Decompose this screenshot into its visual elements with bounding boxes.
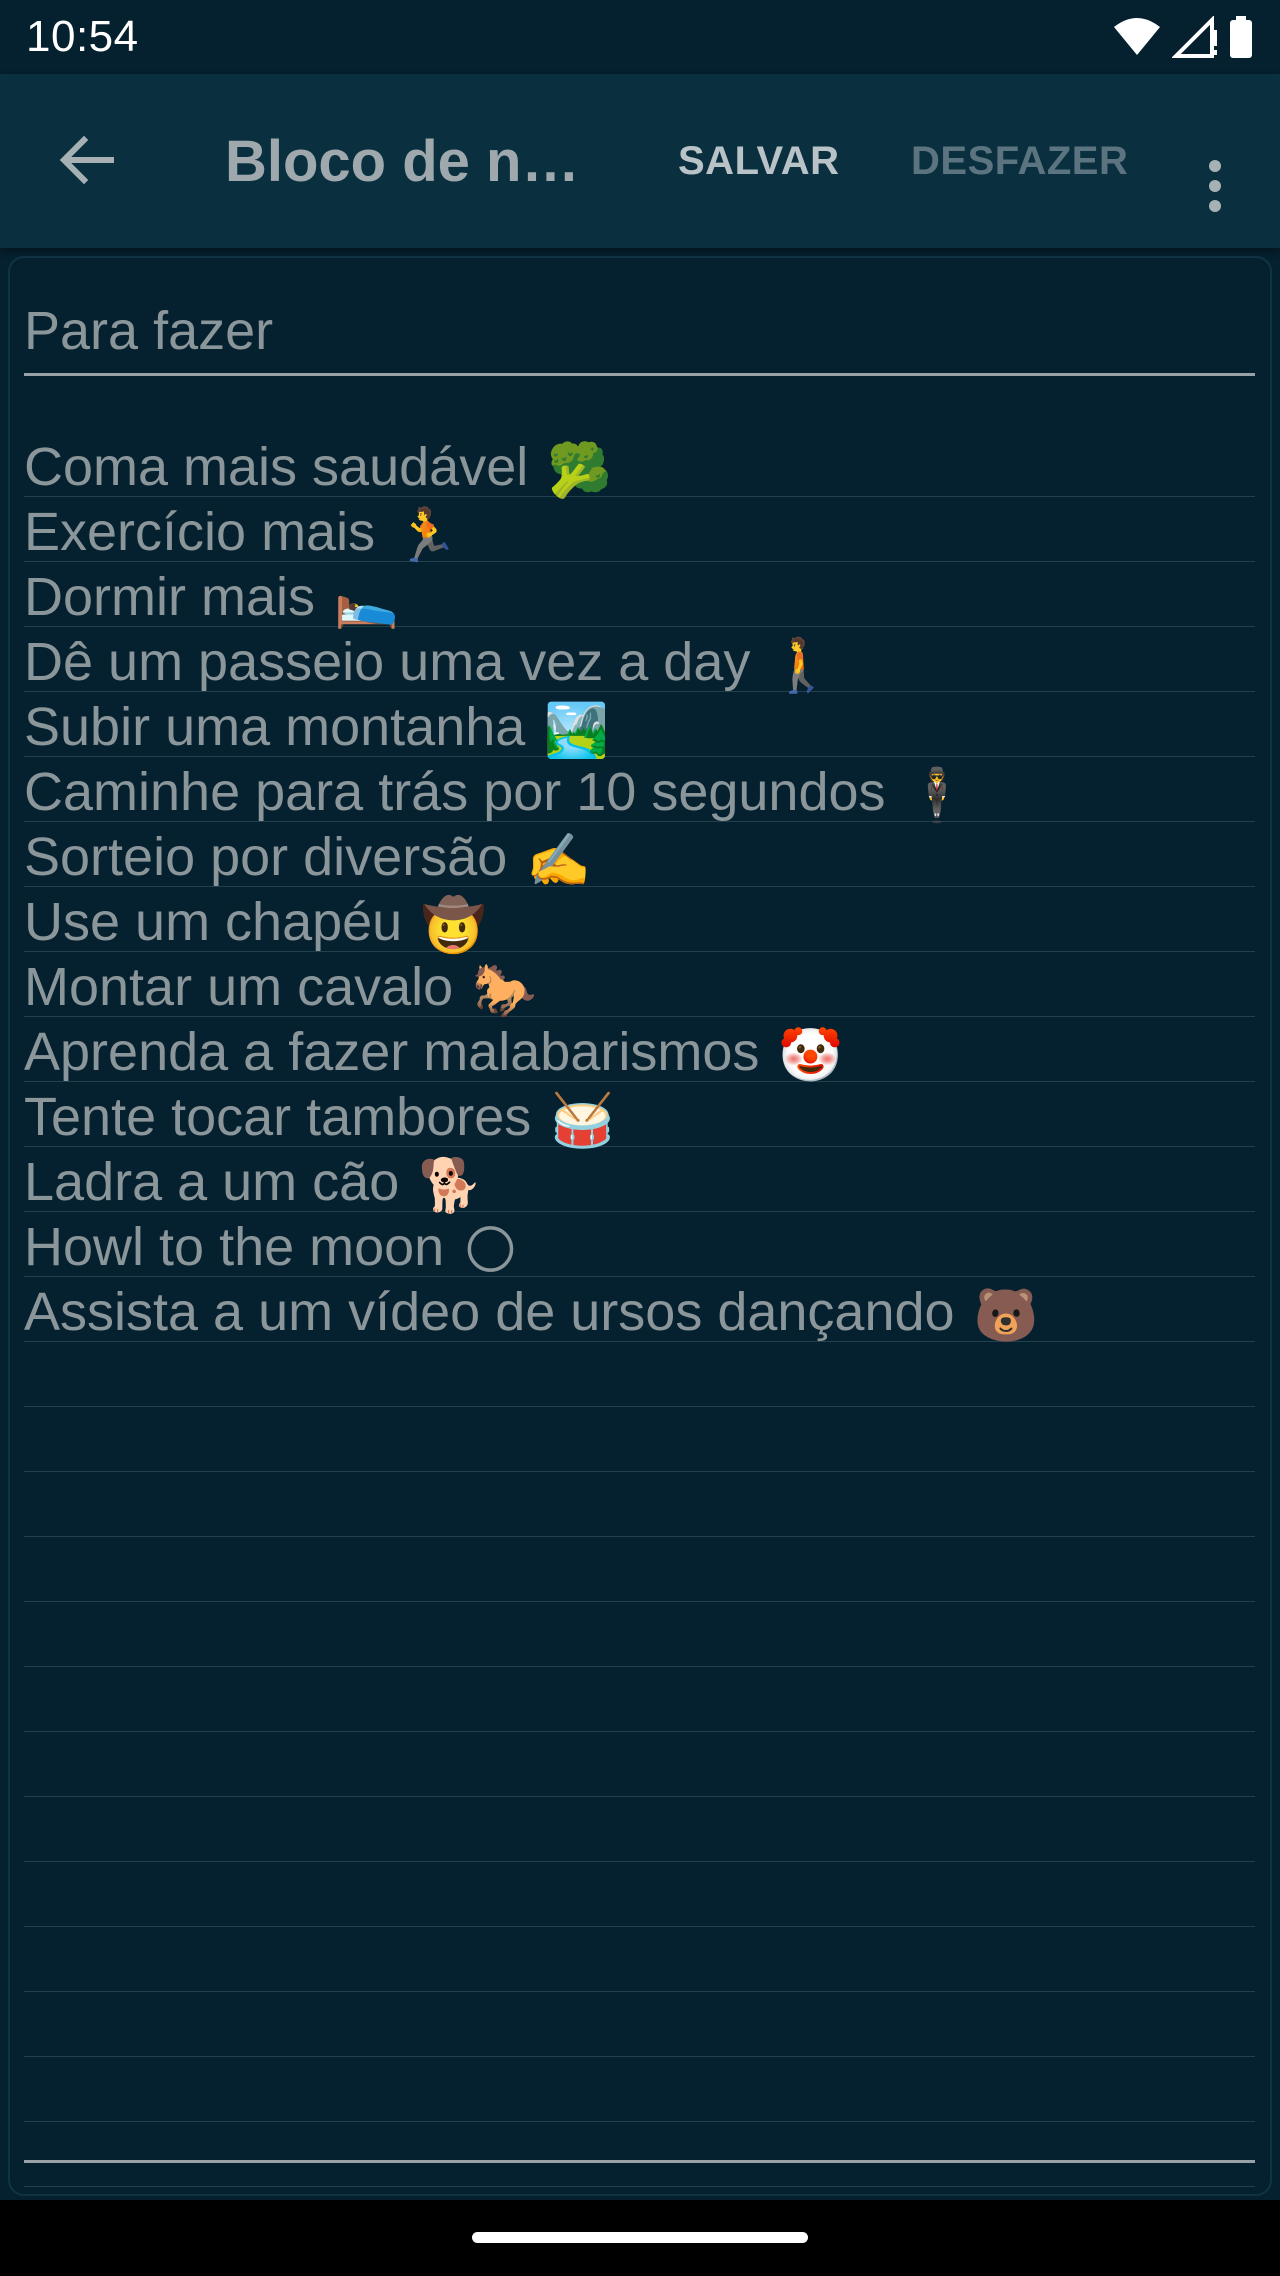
wifi-icon [1112, 17, 1162, 57]
status-icons [1112, 14, 1254, 60]
note-line[interactable]: Subir uma montanha 🏞️ [24, 692, 1255, 760]
note-line-empty[interactable] [24, 2057, 1255, 2122]
note-line-emoji: 🐻 [973, 1286, 1039, 1345]
undo-button[interactable]: DESFAZER [911, 136, 1128, 186]
note-line-emoji: 🥦 [547, 441, 612, 500]
note-line[interactable]: Caminhe para trás por 10 segundos 🕴️ [24, 757, 1255, 825]
note-line-text: Assista a um vídeo de ursos dançando [24, 1282, 955, 1342]
back-button[interactable] [44, 120, 128, 204]
note-line-empty[interactable] [24, 1797, 1255, 1862]
note-line[interactable]: Ladra a um cão 🐕 [24, 1147, 1255, 1215]
note-line-empty[interactable] [24, 1862, 1255, 1927]
note-line-empty[interactable] [24, 1342, 1255, 1407]
note-body-field[interactable]: Coma mais saudável 🥦 Exercício mais 🏃 Dorm… [24, 432, 1255, 2187]
note-line[interactable]: Coma mais saudável 🥦 [24, 432, 1255, 500]
save-button[interactable]: SALVAR [678, 136, 840, 186]
note-line-text: Montar um cavalo [24, 957, 454, 1017]
note-line-text: Dê um passeio uma vez a day [24, 632, 751, 692]
note-line-emoji: 🛌 [334, 571, 399, 630]
note-line-empty[interactable] [24, 1667, 1255, 1732]
note-line-emoji: 🐎 [472, 961, 537, 1020]
note-line-empty[interactable] [24, 2122, 1255, 2187]
battery-icon [1228, 16, 1254, 58]
note-line-empty[interactable] [24, 1992, 1255, 2057]
overflow-menu-button[interactable] [1185, 148, 1245, 228]
app-bar: Bloco de no… SALVAR DESFAZER [0, 74, 1280, 248]
app-title: Bloco de no… [225, 129, 605, 194]
note-line-text: Aprenda a fazer malabarismos [24, 1022, 760, 1082]
note-line[interactable]: Dormir mais 🛌 [24, 562, 1255, 630]
note-line-emoji: 🕴️ [904, 766, 970, 825]
home-gesture-handle[interactable] [472, 2232, 808, 2243]
note-line-emoji: 🌕 [463, 1221, 518, 1280]
title-underline [24, 373, 1255, 376]
note-line-empty[interactable] [24, 1732, 1255, 1797]
note-line[interactable]: Howl to the moon 🌕 [24, 1212, 1255, 1280]
note-line-emoji: 🤡 [778, 1026, 844, 1085]
note-line-text: Sorteio por diversão [24, 827, 508, 887]
note-line-emoji: ✍️ [526, 831, 592, 890]
note-line[interactable]: Assista a um vídeo de ursos dançando 🐻 [24, 1277, 1255, 1345]
note-line-emoji: 🤠 [421, 896, 486, 955]
navigation-bar [0, 2200, 1280, 2276]
note-line-text: Subir uma montanha [24, 697, 526, 757]
note-line-text: Caminhe para trás por 10 segundos [24, 762, 886, 822]
note-line-text: Tente tocar tambores [24, 1087, 532, 1147]
status-bar: 10:54 [0, 0, 1280, 74]
note-line-text: Use um chapéu [24, 892, 403, 952]
note-line-text: Ladra a um cão [24, 1152, 400, 1212]
note-line[interactable]: Tente tocar tambores 🥁 [24, 1082, 1255, 1150]
note-line-text: Coma mais saudável [24, 437, 529, 497]
note-line-emoji: 🥁 [550, 1091, 616, 1150]
note-line-empty[interactable] [24, 1602, 1255, 1667]
note-line-empty[interactable] [24, 1472, 1255, 1537]
note-line[interactable]: Montar um cavalo 🐎 [24, 952, 1255, 1020]
note-line-emoji: 🏃 [394, 506, 459, 565]
arrow-back-icon [58, 135, 115, 190]
note-line-emoji: 🐕 [418, 1156, 483, 1215]
note-title-field[interactable]: Para fazer [24, 296, 1254, 366]
note-line-text: Dormir mais [24, 567, 315, 627]
note-line[interactable]: Use um chapéu 🤠 [24, 887, 1255, 955]
body-bottom-border [24, 2160, 1255, 2163]
note-line[interactable]: Exercício mais 🏃 [24, 497, 1255, 565]
note-line[interactable]: Dê um passeio uma vez a day 🚶 [24, 627, 1255, 695]
note-line-empty[interactable] [24, 1927, 1255, 1992]
note-line-emoji: 🚶 [769, 636, 835, 695]
status-time: 10:54 [26, 12, 139, 61]
note-line[interactable]: Aprenda a fazer malabarismos 🤡 [24, 1017, 1255, 1085]
note-line-text: Exercício mais [24, 502, 376, 562]
note-line-empty[interactable] [24, 1537, 1255, 1602]
note-line-emoji: 🏞️ [544, 701, 610, 760]
note-line-empty[interactable] [24, 1407, 1255, 1472]
signal-icon [1172, 16, 1218, 58]
note-line-text: Howl to the moon [24, 1217, 445, 1277]
more-vert-icon [1208, 159, 1222, 218]
note-line[interactable]: Sorteio por diversão ✍️ [24, 822, 1255, 890]
